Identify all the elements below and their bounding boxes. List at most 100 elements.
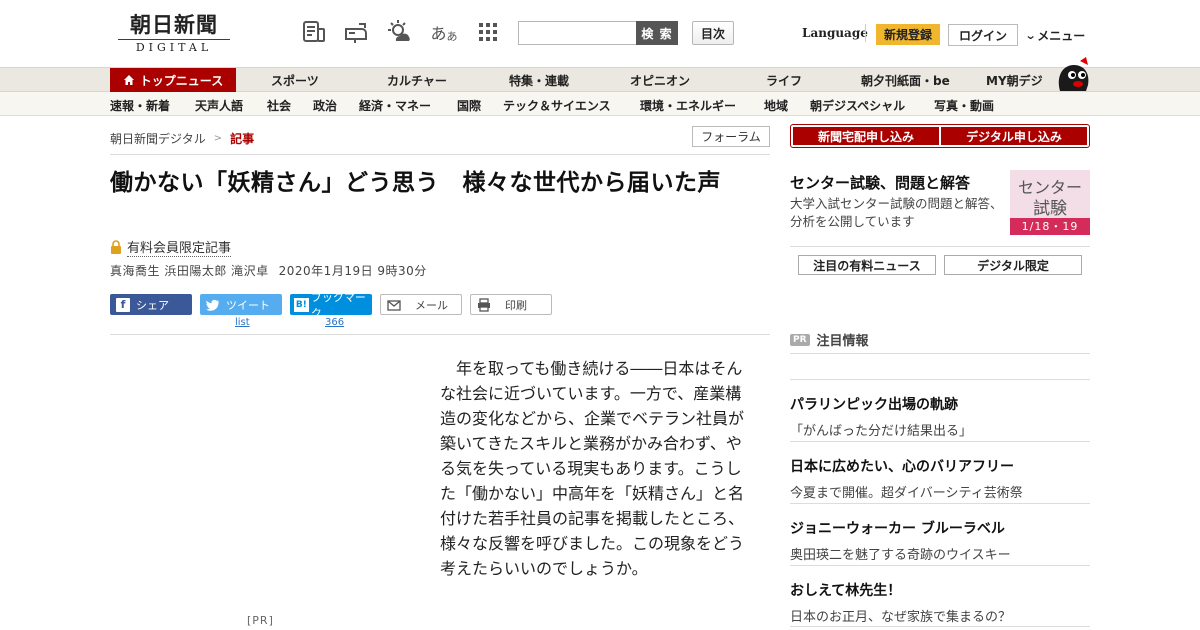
print-label: 印刷 — [505, 298, 527, 312]
divider — [865, 24, 866, 42]
nav-opinion[interactable]: オピニオン — [630, 68, 690, 92]
nav-society[interactable]: 社会 — [267, 97, 291, 114]
hatena-icon: B! — [294, 297, 309, 312]
article-title: 働かない「妖精さん」どう思う 様々な世代から届いた声 — [110, 170, 721, 196]
pr-item-summary: 日本のお正月、なぜ家族で集まるの？ — [790, 610, 1012, 625]
nav-life[interactable]: ライフ — [766, 68, 802, 92]
search-input[interactable] — [518, 21, 637, 45]
twitter-share-button[interactable]: ツイート — [200, 294, 282, 315]
twitter-icon — [206, 299, 219, 311]
search-button[interactable]: 検 索 — [636, 21, 678, 45]
forum-button[interactable]: フォーラム — [692, 126, 770, 147]
facebook-share-label: シェア — [136, 298, 169, 312]
grid-icon[interactable] — [474, 18, 502, 46]
mailbox-icon[interactable] — [342, 18, 370, 46]
article-authors: 真海喬生 浜田陽太郎 滝沢卓 — [110, 264, 269, 278]
lock-icon — [111, 240, 121, 254]
pr-item[interactable]: パラリンピック出場の軌跡 「がんばった分だけ結果出る」 — [790, 394, 1090, 439]
nav-special[interactable]: 朝デジスペシャル — [810, 97, 905, 114]
digital-apply-button[interactable]: デジタル申し込み — [941, 127, 1087, 145]
pr-section-header: PR 注目情報 — [790, 330, 869, 349]
signup-button[interactable]: 新規登録 — [876, 24, 940, 45]
divider — [110, 154, 770, 155]
logo-sub: DIGITAL — [118, 39, 230, 54]
printer-icon — [478, 297, 490, 312]
print-button[interactable]: 印刷 — [470, 294, 552, 315]
byline: 真海喬生 浜田陽太郎 滝沢卓 2020年1月19日 9時30分 — [110, 262, 427, 279]
primary-nav: トップニュース スポーツ カルチャー 特集・連載 オピニオン ライフ 朝夕刊紙面… — [0, 67, 1200, 92]
pr-item[interactable]: 日本に広めたい、心のバリアフリー 今夏まで開催。超ダイバーシティ芸術祭 — [790, 456, 1090, 501]
secondary-nav: 速報・新着 天声人語 社会 政治 経済・マネー 国際 テック＆サイエンス 環境・… — [0, 92, 1200, 116]
toc-button[interactable]: 目次 — [692, 21, 734, 45]
font-size-icon[interactable]: ああ — [430, 18, 458, 46]
pr-badge: PR — [790, 333, 810, 346]
mascot-icon[interactable] — [1052, 57, 1092, 93]
nav-top-news-label: トップニュース — [139, 73, 224, 88]
font-size-glyph-small: あ — [446, 30, 458, 43]
breadcrumb-current: 記事 — [230, 132, 255, 146]
breadcrumb: 朝日新聞デジタル > 記事 — [110, 130, 254, 147]
mail-icon — [387, 299, 401, 311]
breadcrumb-root[interactable]: 朝日新聞デジタル — [110, 130, 206, 147]
pr-item-headline: 日本に広めたい、心のバリアフリー — [790, 459, 1014, 475]
paid-member-badge[interactable]: 有料会員限定記事 — [110, 237, 232, 257]
nav-photo-video[interactable]: 写真・動画 — [934, 97, 994, 114]
pr-item-summary: 奥田瑛二を魅了する奇跡のウイスキー — [790, 548, 1011, 563]
hatena-bookmark-label: ブックマーク — [310, 290, 366, 320]
pr-item[interactable]: ジョニーウォーカー ブルーラベル 奥田瑛二を魅了する奇跡のウイスキー — [790, 518, 1090, 563]
divider — [790, 503, 1090, 504]
logo-main: 朝日新聞 — [130, 12, 218, 37]
divider — [790, 246, 1090, 247]
site-logo[interactable]: 朝日新聞 DIGITAL — [118, 12, 230, 54]
divider — [790, 565, 1090, 566]
nav-tensei[interactable]: 天声人語 — [195, 97, 243, 114]
pr-tag: [PR] — [247, 614, 274, 627]
tab-paid-news[interactable]: 注目の有料ニュース — [798, 255, 936, 275]
home-icon — [123, 75, 134, 85]
pr-item-headline: おしえて林先生！ — [790, 583, 902, 599]
subscribe-buttons: 新聞宅配申し込み デジタル申し込み — [790, 124, 1090, 148]
article-date: 2020年1月19日 9時30分 — [278, 264, 427, 278]
nav-politics[interactable]: 政治 — [313, 97, 337, 114]
nav-international[interactable]: 国際 — [457, 97, 481, 114]
paid-member-label: 有料会員限定記事 — [127, 237, 232, 257]
center-banner-line2: 試験 — [1033, 199, 1067, 219]
nav-top-news[interactable]: トップニュース — [110, 68, 236, 92]
nav-paper[interactable]: 朝夕刊紙面・be — [861, 68, 950, 92]
twitter-share-label: ツイート — [226, 298, 270, 312]
nav-tech[interactable]: テック＆サイエンス — [503, 97, 611, 114]
nav-breaking[interactable]: 速報・新着 — [110, 97, 170, 114]
pr-item-headline: パラリンピック出場の軌跡 — [790, 397, 958, 413]
hatena-bookmark-button[interactable]: B! ブックマーク — [290, 291, 372, 320]
center-exam-banner[interactable]: センター 試験 1/18・19 — [1010, 170, 1090, 235]
nav-my-asadigi[interactable]: MY朝デジ — [986, 68, 1043, 92]
nav-environment[interactable]: 環境・エネルギー — [640, 97, 736, 114]
nav-culture[interactable]: カルチャー — [387, 68, 447, 92]
center-banner-date: 1/18・19 — [1010, 218, 1090, 235]
pr-item-summary: 今夏まで開催。超ダイバーシティ芸術祭 — [790, 486, 1023, 501]
weather-icon[interactable] — [386, 18, 414, 46]
menu-button[interactable]: ⌄ メニュー — [1024, 27, 1086, 44]
nav-features[interactable]: 特集・連載 — [509, 68, 569, 92]
mail-share-button[interactable]: メール — [380, 294, 462, 315]
font-size-glyph-large: あ — [430, 24, 447, 43]
nav-sports[interactable]: スポーツ — [271, 68, 319, 92]
hatena-count[interactable]: 366 — [325, 317, 344, 328]
pr-item[interactable]: おしえて林先生！ 日本のお正月、なぜ家族で集まるの？ — [790, 580, 1090, 625]
pr-section-label: 注目情報 — [816, 334, 869, 349]
login-button[interactable]: ログイン — [948, 24, 1018, 46]
language-link[interactable]: Language — [802, 26, 868, 40]
center-exam-description: 大学入試センター試験の問題と解答、分析を公開しています — [790, 196, 1003, 229]
paper-icon[interactable] — [300, 18, 328, 46]
nav-economy[interactable]: 経済・マネー — [359, 97, 431, 114]
facebook-share-button[interactable]: f シェア — [110, 294, 192, 315]
tab-digital-only[interactable]: デジタル限定 — [944, 255, 1082, 275]
divider — [790, 441, 1090, 442]
chevron-down-icon: ⌄ — [1024, 29, 1037, 42]
divider — [790, 353, 1090, 354]
center-exam-title[interactable]: センター試験、問題と解答 — [790, 172, 970, 193]
breadcrumb-separator: > — [213, 133, 223, 144]
nav-region[interactable]: 地域 — [764, 97, 788, 114]
home-delivery-apply-button[interactable]: 新聞宅配申し込み — [793, 127, 939, 145]
twitter-count[interactable]: list — [235, 317, 250, 328]
